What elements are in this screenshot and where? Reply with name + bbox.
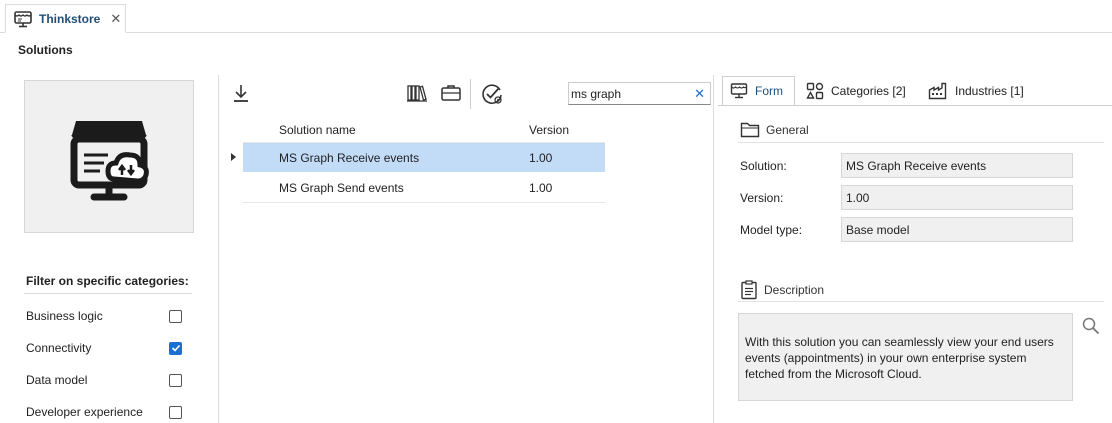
table-row[interactable]: MS Graph Send events 1.00	[243, 173, 605, 202]
search-box[interactable]: ✕	[568, 82, 711, 105]
solution-name-cell: MS Graph Receive events	[279, 151, 420, 165]
general-label: General	[766, 122, 809, 137]
filter-label: Business logic	[26, 309, 103, 323]
solution-field[interactable]: MS Graph Receive events	[841, 153, 1073, 178]
search-input[interactable]	[571, 85, 693, 103]
tab-categories[interactable]: Categories [2]	[799, 76, 913, 106]
page-title: Solutions	[18, 43, 73, 57]
library-icon	[407, 85, 427, 102]
model-type-field-label: Model type:	[740, 223, 803, 237]
table-row[interactable]: MS Graph Receive events 1.00	[243, 143, 605, 172]
thinkstore-tab-label: Thinkstore	[39, 11, 101, 26]
thinkstore-tab[interactable]: Thinkstore ✕	[5, 4, 126, 33]
left-panel-divider	[218, 75, 219, 423]
categories-icon	[806, 82, 824, 100]
solution-image	[24, 80, 194, 233]
tab-industries-label: Industries [1]	[955, 84, 1024, 98]
general-divider	[738, 142, 1104, 143]
zoom-description-button[interactable]	[1081, 316, 1101, 336]
solution-name-cell: MS Graph Send events	[279, 181, 404, 195]
filter-item-data-model: Data model	[26, 370, 182, 390]
filter-label: Developer experience	[26, 405, 143, 419]
description-field[interactable]: With this solution you can seamlessly vi…	[738, 313, 1073, 401]
tab-underline	[718, 105, 1112, 106]
right-panel-divider	[713, 75, 714, 423]
filter-label: Connectivity	[26, 341, 92, 355]
tab-form[interactable]: Form	[722, 76, 795, 106]
version-field-label: Version:	[740, 191, 784, 205]
developer-experience-checkbox[interactable]	[169, 405, 182, 419]
briefcase-button[interactable]	[439, 81, 463, 105]
clear-search-icon[interactable]: ✕	[694, 86, 705, 102]
store-monitor-icon	[13, 9, 33, 29]
connectivity-checkbox[interactable]	[169, 341, 182, 355]
download-icon	[234, 85, 248, 102]
filter-item-developer-experience: Developer experience	[26, 402, 182, 422]
column-header-version[interactable]: Version	[529, 123, 569, 137]
verify-gear-icon	[482, 84, 502, 104]
filter-divider	[24, 293, 192, 294]
row-indicator-icon	[231, 153, 236, 161]
data-model-checkbox[interactable]	[169, 373, 182, 387]
verify-button[interactable]	[480, 82, 504, 106]
industries-icon	[928, 82, 947, 100]
filter-item-connectivity: Connectivity	[26, 338, 182, 358]
filter-item-business-logic: Business logic	[26, 306, 182, 326]
library-button[interactable]	[405, 81, 429, 105]
tab-categories-label: Categories [2]	[831, 84, 906, 98]
tab-form-label: Form	[755, 84, 783, 98]
version-field[interactable]: 1.00	[841, 185, 1073, 210]
document-icon	[741, 280, 757, 300]
checkmark-icon	[171, 344, 180, 352]
filter-title: Filter on specific categories:	[26, 274, 189, 288]
description-section-title: Description	[740, 280, 824, 300]
document-tab-strip: Thinkstore ✕	[0, 0, 1112, 33]
close-icon[interactable]: ✕	[110, 11, 121, 27]
business-logic-checkbox[interactable]	[169, 309, 182, 323]
thinkstore-logo-icon	[70, 120, 149, 200]
solution-field-label: Solution:	[740, 159, 787, 173]
tab-industries[interactable]: Industries [1]	[921, 76, 1031, 106]
magnifier-icon	[1082, 317, 1100, 335]
model-type-field[interactable]: Base model	[841, 217, 1073, 242]
column-header-solution-name[interactable]: Solution name	[279, 123, 356, 137]
download-button[interactable]	[229, 81, 253, 105]
version-cell: 1.00	[529, 151, 553, 165]
filter-label: Data model	[26, 373, 88, 387]
toolbar-divider	[470, 79, 471, 109]
briefcase-icon	[441, 85, 461, 101]
general-section-title: General	[740, 121, 809, 138]
description-divider	[738, 301, 1104, 302]
form-icon	[730, 83, 748, 99]
grid-row-line	[243, 202, 605, 203]
version-cell: 1.00	[529, 181, 553, 195]
folder-icon	[740, 122, 760, 138]
description-label: Description	[764, 283, 825, 297]
